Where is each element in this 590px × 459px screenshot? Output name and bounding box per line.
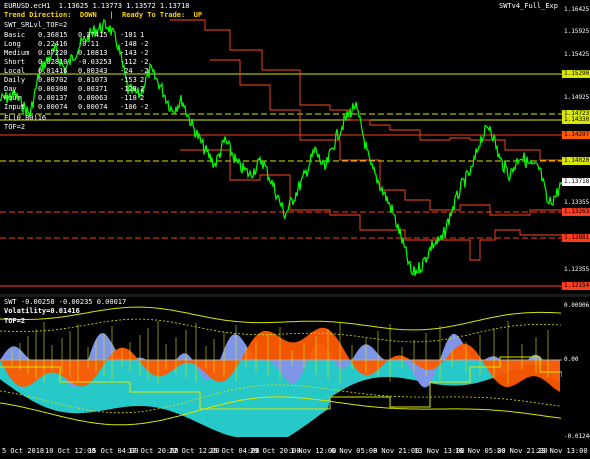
volatility-label: Volatility=0.01416 bbox=[4, 307, 80, 315]
stat-v4: -2 bbox=[140, 40, 149, 48]
stat-name: Hour bbox=[4, 94, 21, 102]
stat-name: Day bbox=[4, 85, 17, 93]
stat-v3: -24 bbox=[120, 67, 133, 75]
stat-name: Short bbox=[4, 58, 26, 66]
price-scale[interactable]: 1.16425 1.15925 1.15425 1.15290 1.14925 1.147… bbox=[562, 0, 590, 445]
stat-name: Daily bbox=[4, 76, 26, 84]
price-scale-label: 1.13718 bbox=[562, 178, 590, 186]
stat-v4: -2 bbox=[140, 103, 149, 111]
time-axis-label: 8 Nov 21:00 bbox=[373, 447, 420, 455]
stat-v2: 0.00063 bbox=[78, 94, 108, 102]
stat-v2: 0.37415 bbox=[78, 31, 108, 39]
stat-v2: 0.00074 bbox=[78, 103, 108, 111]
price-scale-label: 1.12881 bbox=[562, 234, 590, 242]
stat-v1: 0.00074 bbox=[38, 103, 68, 111]
stat-v3: -143 bbox=[120, 49, 137, 57]
stat-name: Long bbox=[4, 40, 21, 48]
stat-v2: 0.01073 bbox=[78, 76, 108, 84]
price-scale-label: 1.16425 bbox=[564, 6, 590, 13]
extra-label-fl: FL(0.80)16 bbox=[4, 114, 47, 122]
time-axis-label: 1 Nov 12:00 bbox=[290, 447, 337, 455]
price-scale-label: 1.13355 bbox=[564, 199, 590, 206]
stat-name: Local bbox=[4, 67, 26, 75]
stat-v3: -148 bbox=[120, 40, 137, 48]
stat-v3: -106 bbox=[120, 103, 137, 111]
stat-v4: 2 bbox=[140, 76, 145, 84]
stat-v2: 0.10813 bbox=[78, 49, 108, 57]
stat-v1: 0.00702 bbox=[38, 76, 68, 84]
stat-name: Basic bbox=[4, 31, 26, 39]
price-scale-label: 1.12154 bbox=[562, 282, 590, 290]
stat-v4: 2 bbox=[140, 85, 145, 93]
stat-v2: 0.00371 bbox=[78, 85, 108, 93]
swt-indicator-chart[interactable] bbox=[0, 297, 562, 445]
stat-v4: -2 bbox=[140, 49, 149, 57]
stat-v1: 0.00137 bbox=[38, 94, 68, 102]
stat-v4: 1 bbox=[140, 31, 145, 39]
stat-v1: 0.36815 bbox=[38, 31, 68, 39]
stat-v4: 2 bbox=[140, 94, 145, 102]
indicator-title: SWT -0.00258 -0.00235 0.00017 bbox=[4, 298, 127, 306]
time-axis-label: 23 Nov 13:00 bbox=[537, 447, 588, 455]
price-scale-label: 1.14297 bbox=[562, 131, 590, 139]
stat-v1: 0.07220 bbox=[38, 49, 68, 57]
model-label: SWT_SRLvl_TOF=2 bbox=[4, 21, 68, 29]
price-scale-label: 1.12355 bbox=[564, 266, 590, 273]
indicator-tag: SWTv4_Full_Exp bbox=[498, 2, 558, 10]
price-scale-label: 1.14925 bbox=[564, 94, 590, 101]
stat-v3: -112 bbox=[120, 58, 137, 66]
stat-v4: -2 bbox=[140, 58, 149, 66]
stat-v3: -118 bbox=[120, 94, 137, 102]
chart-title: EURUSD.ecH1 1.13625 1.13773 1.13572 1.13… bbox=[4, 2, 190, 10]
time-axis: 5 Oct 2018 10 Oct 12:00 15 Oct 04:00 17 Oct… bbox=[0, 445, 590, 459]
stat-v1: 0.00308 bbox=[38, 85, 68, 93]
indicator-scale-label: 0.00906 bbox=[564, 302, 590, 309]
stat-name: Medium bbox=[4, 49, 30, 57]
stat-v1: 0.02810 bbox=[38, 58, 68, 66]
indicator-scale-label: 0.00 bbox=[564, 356, 579, 363]
stat-v2: 0.00343 bbox=[78, 67, 108, 75]
stat-v4: -2 bbox=[140, 67, 149, 75]
stat-v2: -0.03253 bbox=[78, 58, 112, 66]
price-scale-label: 1.14330 bbox=[562, 116, 590, 124]
stat-v3: -101 bbox=[120, 31, 137, 39]
price-scale-label: 1.15290 bbox=[562, 70, 590, 78]
tof-label: TOF=2 bbox=[4, 317, 26, 325]
indicator-scale-label: -0.01246 bbox=[564, 433, 590, 440]
price-scale-label: 1.14020 bbox=[562, 157, 590, 165]
stat-v1: 0.22416 bbox=[38, 40, 68, 48]
stat-v1: 0.01416 bbox=[38, 67, 68, 75]
stat-v3: -128 bbox=[120, 85, 137, 93]
trend-direction-label: Trend Direction: DOWN | Ready To Trade: … bbox=[4, 11, 203, 19]
stat-v3: -153 bbox=[120, 76, 137, 84]
time-axis-label: 6 Nov 05:00 bbox=[331, 447, 378, 455]
price-scale-label: 1.13263 bbox=[562, 208, 590, 216]
time-axis-label: 5 Oct 2018 bbox=[2, 447, 45, 455]
extra-label-tof: TOF=2 bbox=[4, 123, 26, 131]
price-scale-label: 1.15925 bbox=[564, 28, 590, 35]
price-scale-label: 1.15425 bbox=[564, 51, 590, 58]
stat-name: Input bbox=[4, 103, 26, 111]
stat-v2: -0.11 bbox=[78, 40, 100, 48]
